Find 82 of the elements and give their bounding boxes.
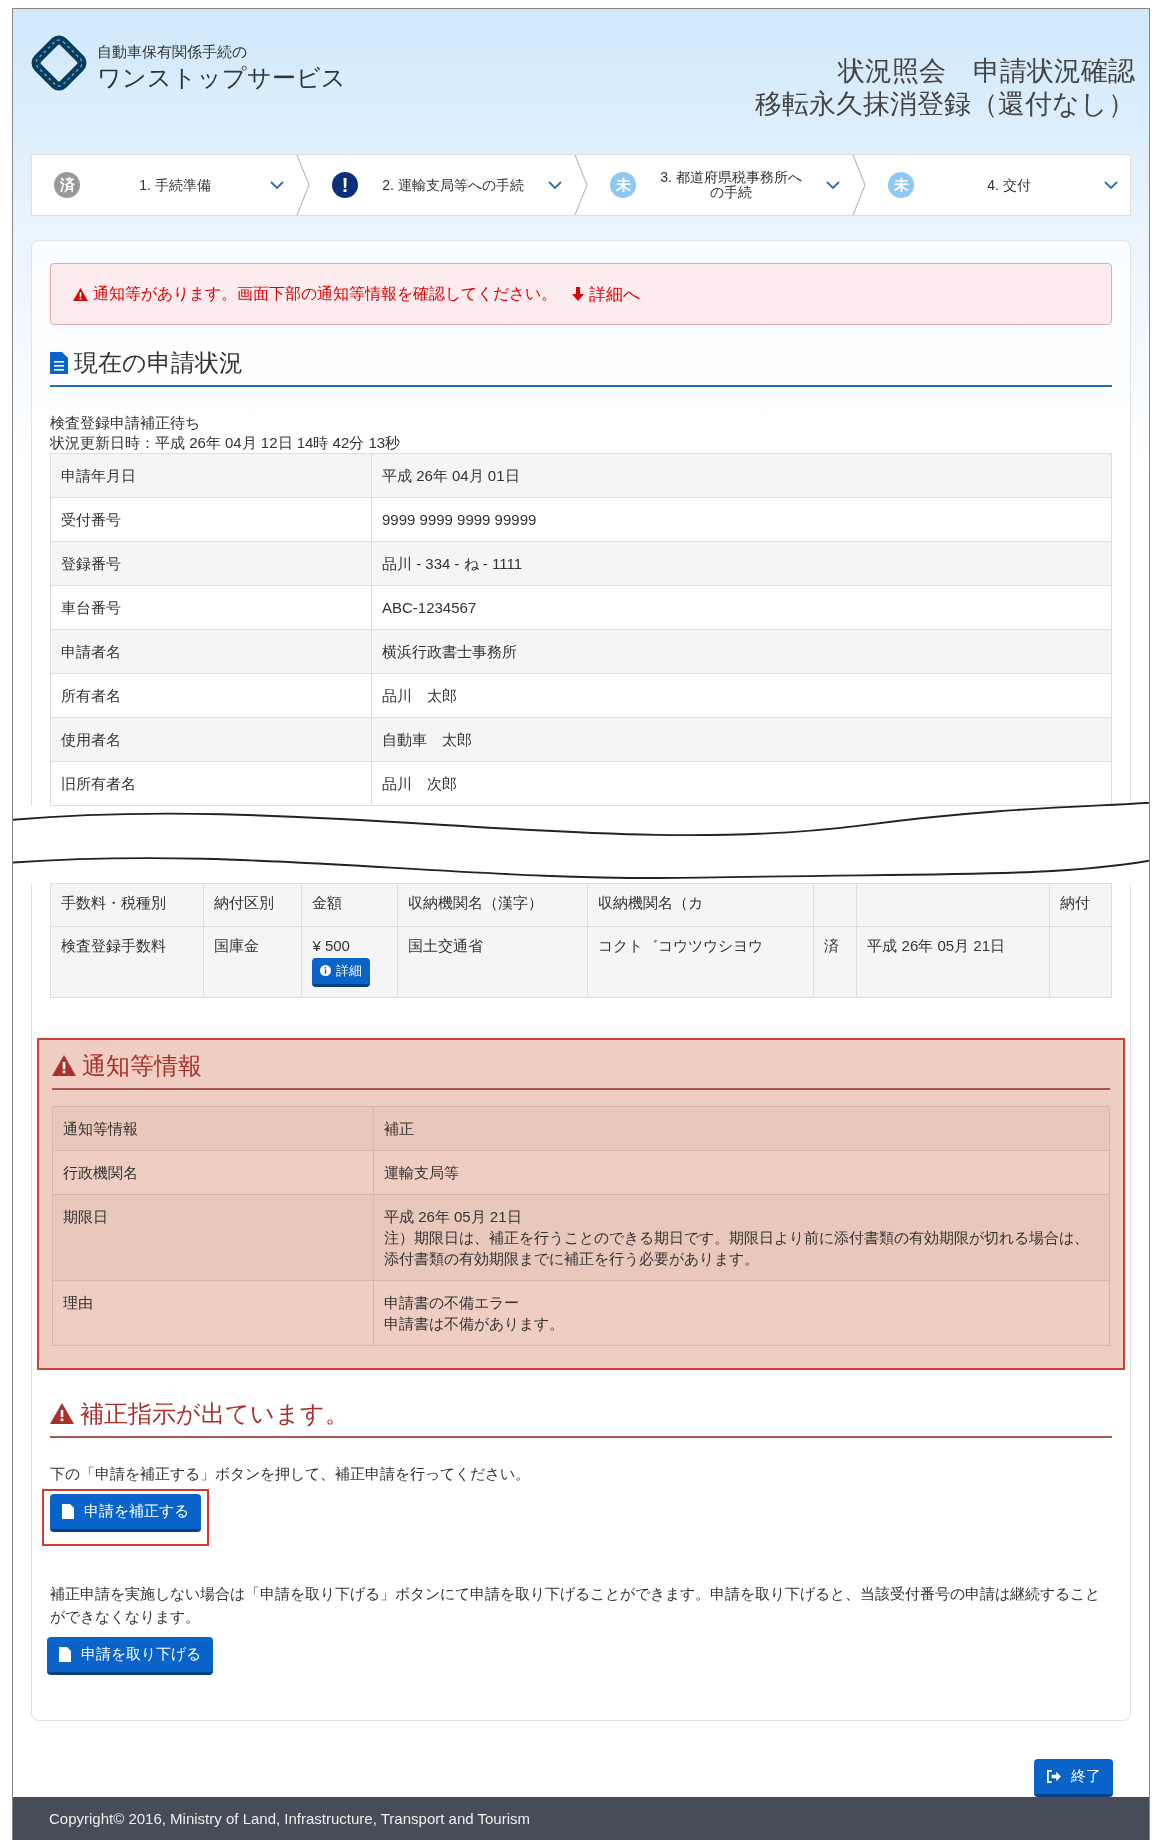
step-tab[interactable]: ! 2. 運輸支局等への手続 bbox=[310, 155, 574, 215]
sign-out-icon bbox=[1046, 1769, 1061, 1783]
warning-icon bbox=[73, 287, 88, 301]
table-cell: 期限日 bbox=[52, 1194, 374, 1281]
table-cell: 横浜行政書士事務所 bbox=[371, 629, 1112, 674]
document-icon bbox=[62, 1503, 74, 1519]
table-cell: 車台番号 bbox=[50, 585, 372, 630]
step-separator-icon bbox=[296, 155, 310, 215]
column-header: 金額 bbox=[301, 883, 398, 927]
step-status-badge: 未 bbox=[610, 172, 636, 198]
column-header: 収納機関名（漢字） bbox=[397, 883, 588, 927]
instruction-text: 下の「申請を補正する」ボタンを押して、補正申請を行ってください。 bbox=[50, 1463, 531, 1484]
table-cell: 9999 9999 9999 99999 bbox=[371, 497, 1112, 542]
table-cell: 品川 - 334 - ね - 1111 bbox=[371, 541, 1112, 586]
details-link[interactable]: 詳細へ bbox=[589, 282, 640, 306]
table-cell: 通知等情報 bbox=[52, 1106, 374, 1151]
page-title: 状況照会 申請状況確認 bbox=[838, 55, 1135, 88]
step-separator-icon bbox=[852, 155, 866, 215]
document-icon bbox=[50, 352, 68, 374]
details-button[interactable]: 詳細 bbox=[312, 957, 371, 987]
section-title: 補正指示が出ています。 bbox=[80, 1398, 349, 1429]
warning-icon bbox=[50, 1403, 74, 1425]
step-status-badge: 済 bbox=[54, 172, 80, 198]
chevron-down-icon bbox=[548, 180, 562, 190]
table-cell: 登録番号 bbox=[50, 541, 372, 586]
table-cell: 品川 次郎 bbox=[371, 761, 1112, 806]
table-cell-text: 注）期限日は、補正を行うことのできる期日です。期限日より前に添付書類の有効期限が切れる場合は、添付書類の有効期限までに補正を行う必要があります。 bbox=[384, 1227, 1090, 1269]
section-title: 通知等情報 bbox=[82, 1050, 202, 1081]
step-tab[interactable]: 未 4. 交付 bbox=[866, 155, 1130, 215]
table-cell: 平成 26年 05月 21日 bbox=[867, 936, 1005, 954]
column-header: 納付 bbox=[1049, 883, 1112, 927]
table-cell-text: 平成 26年 05月 21日 bbox=[384, 1206, 523, 1227]
table-cell: 平成 26年 04月 01日 bbox=[371, 453, 1112, 498]
chevron-down-icon bbox=[826, 180, 840, 190]
table-cell: 使用者名 bbox=[50, 717, 372, 762]
page-title: 移転永久抹消登録（還付なし） bbox=[755, 88, 1135, 121]
alert-message: 通知等があります。画面下部の通知等情報を確認してください。 bbox=[93, 283, 557, 304]
table-cell-text: 申請書は不備があります。 bbox=[384, 1313, 565, 1334]
table-cell: 理由 bbox=[52, 1280, 374, 1346]
document-icon bbox=[59, 1646, 71, 1662]
table-cell: 国土交通省 bbox=[408, 936, 484, 954]
table-cell: ABC-1234567 bbox=[371, 585, 1112, 630]
table-cell: 行政機関名 bbox=[52, 1150, 374, 1195]
chevron-down-icon bbox=[1104, 180, 1118, 190]
table-cell: 旧所有者名 bbox=[50, 761, 372, 806]
table-cell-text: 運輸支局等 bbox=[384, 1162, 460, 1183]
info-icon bbox=[320, 965, 332, 977]
logo-icon bbox=[29, 33, 89, 93]
table-cell: 申請年月日 bbox=[50, 453, 372, 498]
table-cell: 所有者名 bbox=[50, 673, 372, 718]
warning-icon bbox=[52, 1055, 76, 1077]
column-header: 手数料・税種別 bbox=[50, 883, 204, 927]
table-cell-text: 申請書の不備エラー bbox=[384, 1292, 520, 1313]
step-separator-icon bbox=[574, 155, 588, 215]
action-button[interactable]: 申請を取り下げる bbox=[47, 1636, 213, 1675]
column-header: 納付区別 bbox=[203, 883, 302, 927]
step-status-badge: 未 bbox=[888, 172, 914, 198]
table-cell: コクト゛コウツウシヨウ bbox=[597, 936, 763, 954]
table-cell: ¥ 500 bbox=[312, 936, 350, 954]
table-cell: 検査登録手数料 bbox=[61, 936, 166, 954]
step-tab[interactable]: 済 1. 手続準備 bbox=[32, 155, 296, 215]
table-cell: 申請者名 bbox=[50, 629, 372, 674]
table-cell: 自動車 太郎 bbox=[371, 717, 1112, 762]
table-cell: 済 bbox=[823, 936, 839, 954]
step-status-badge: ! bbox=[332, 172, 358, 198]
status-text: 検査登録申請補正待ち bbox=[50, 413, 201, 433]
chevron-down-icon bbox=[270, 180, 284, 190]
column-header: 収納機関名（カ bbox=[587, 883, 814, 927]
instruction-text: 補正申請を実施しない場合は「申請を取り下げる」ボタンにて申請を取り下げることができます。申請を取り下げると、当該受付番号の申請は継続することができなくなります。 bbox=[50, 1583, 1101, 1627]
action-button[interactable]: 申請を補正する bbox=[50, 1493, 201, 1532]
logo-caption: 自動車保有関係手続の bbox=[97, 43, 248, 62]
section-title: 現在の申請状況 bbox=[74, 348, 243, 378]
copyright-text: Copyright© 2016, Ministry of Land, Infrastructure, Transport and Tourism bbox=[49, 1809, 530, 1827]
logo-title: ワンストップサービス bbox=[97, 63, 346, 93]
arrow-down-icon bbox=[572, 287, 584, 301]
step-tab[interactable]: 未 3. 都道府県税事務所への手続 bbox=[588, 155, 852, 215]
table-cell: 受付番号 bbox=[50, 497, 372, 542]
table-cell: 品川 太郎 bbox=[371, 673, 1112, 718]
table-cell: 国庫金 bbox=[214, 936, 260, 954]
status-updated: 状況更新日時：平成 26年 04月 12日 14時 42分 13秒 bbox=[50, 433, 402, 453]
table-cell-text: 補正 bbox=[384, 1118, 415, 1139]
exit-button[interactable]: 終了 bbox=[1034, 1758, 1113, 1797]
